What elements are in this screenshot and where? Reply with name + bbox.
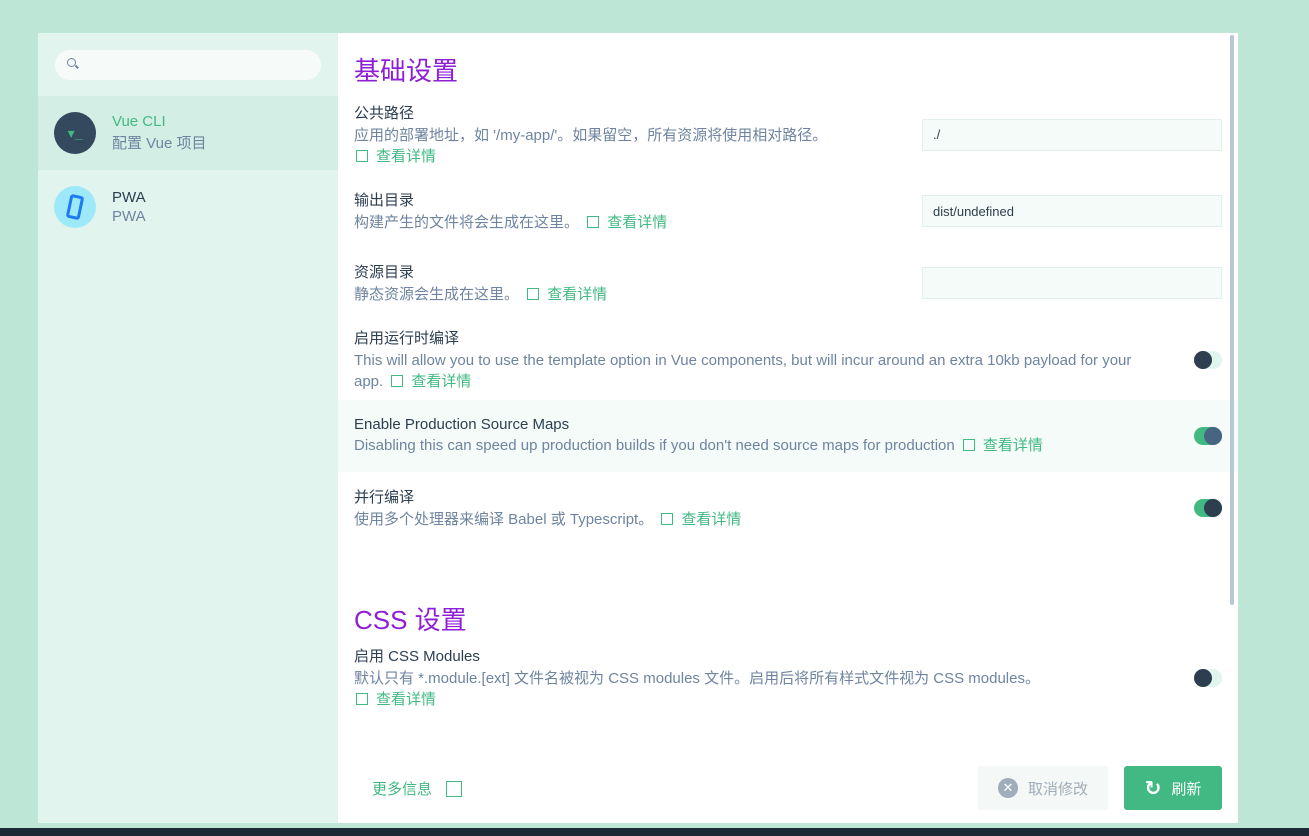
search-icon — [67, 58, 76, 67]
main-panel: 基础设置 公共路径应用的部署地址，如 '/my-app/'。如果留空，所有资源将… — [338, 33, 1238, 823]
external-link-icon — [661, 513, 674, 525]
setting-label: 启用 CSS Modules — [354, 648, 480, 665]
setting-desc: 构建产生的文件将会生成在这里。 — [354, 214, 580, 231]
setting-label: 启用运行时编译 — [354, 330, 460, 347]
assets-dir-input[interactable] — [922, 267, 1222, 299]
external-link-icon — [356, 693, 368, 705]
more-link[interactable]: 查看详情 — [356, 691, 436, 708]
search-input[interactable] — [55, 50, 321, 80]
external-link-icon — [527, 288, 540, 300]
setting-desc: 使用多个处理器来编译 Babel 或 Typescript。 — [354, 511, 654, 528]
external-link-icon — [587, 216, 600, 228]
section-title: CSS 设置 — [354, 605, 467, 635]
cancel-button[interactable]: ✕ 取消修改 — [978, 766, 1108, 810]
setting-desc: Disabling this can speed up production b… — [354, 437, 955, 454]
footer: 更多信息 ✕ 取消修改 ↻ 刷新 — [338, 753, 1238, 823]
more-info-link[interactable]: 更多信息 — [372, 778, 978, 799]
setting-label: 并行编译 — [354, 489, 415, 506]
section-title: 基础设置 — [354, 56, 459, 86]
setting-label: Enable Production Source Maps — [354, 416, 570, 433]
external-link-icon — [391, 375, 404, 387]
public-path-input[interactable] — [922, 118, 1222, 151]
setting-desc: 默认只有 *.module.[ext] 文件名被视为 CSS modules 文… — [354, 670, 1040, 687]
item-title: Vue CLI — [112, 113, 166, 130]
external-link-icon — [446, 780, 463, 797]
more-link[interactable]: 查看详情 — [661, 511, 741, 528]
item-subtitle: 配置 Vue 项目 — [112, 135, 207, 152]
css-modules-toggle[interactable] — [1194, 668, 1222, 687]
output-dir-input[interactable] — [922, 195, 1222, 227]
source-maps-toggle[interactable] — [1194, 427, 1222, 445]
setting-desc: 应用的部署地址，如 '/my-app/'。如果留空，所有资源将使用相对路径。 — [354, 127, 828, 144]
more-link[interactable]: 查看详情 — [356, 148, 436, 165]
setting-desc: 静态资源会生成在这里。 — [354, 286, 520, 303]
parallel-toggle[interactable] — [1194, 499, 1222, 517]
more-link[interactable]: 查看详情 — [587, 214, 667, 231]
setting-label: 输出目录 — [354, 192, 415, 209]
setting-label: 资源目录 — [354, 264, 415, 281]
refresh-button[interactable]: ↻ 刷新 — [1124, 766, 1222, 810]
taskbar — [0, 828, 1309, 836]
cancel-icon: ✕ — [997, 778, 1018, 798]
item-title: PWA — [112, 189, 146, 206]
window: ▾_ Vue CLI 配置 Vue 项目 PWA PWA 基础设置 公共路径应用的部… — [38, 33, 1238, 823]
phone-icon — [54, 186, 96, 228]
sidebar: ▾_ Vue CLI 配置 Vue 项目 PWA PWA — [38, 33, 338, 823]
more-link[interactable]: 查看详情 — [527, 286, 607, 303]
sidebar-item-pwa[interactable]: PWA PWA — [38, 170, 338, 244]
scrollbar[interactable] — [1230, 35, 1234, 605]
setting-label: 公共路径 — [354, 105, 415, 122]
refresh-icon: ↻ — [1144, 777, 1162, 800]
external-link-icon — [962, 439, 975, 451]
more-link[interactable]: 查看详情 — [391, 373, 471, 390]
item-subtitle: PWA — [112, 208, 146, 225]
runtime-compiler-toggle[interactable] — [1194, 350, 1222, 369]
sidebar-item-vue-cli[interactable]: ▾_ Vue CLI 配置 Vue 项目 — [38, 96, 338, 170]
external-link-icon — [356, 150, 368, 162]
terminal-icon: ▾_ — [54, 112, 96, 154]
more-link[interactable]: 查看详情 — [962, 437, 1043, 454]
